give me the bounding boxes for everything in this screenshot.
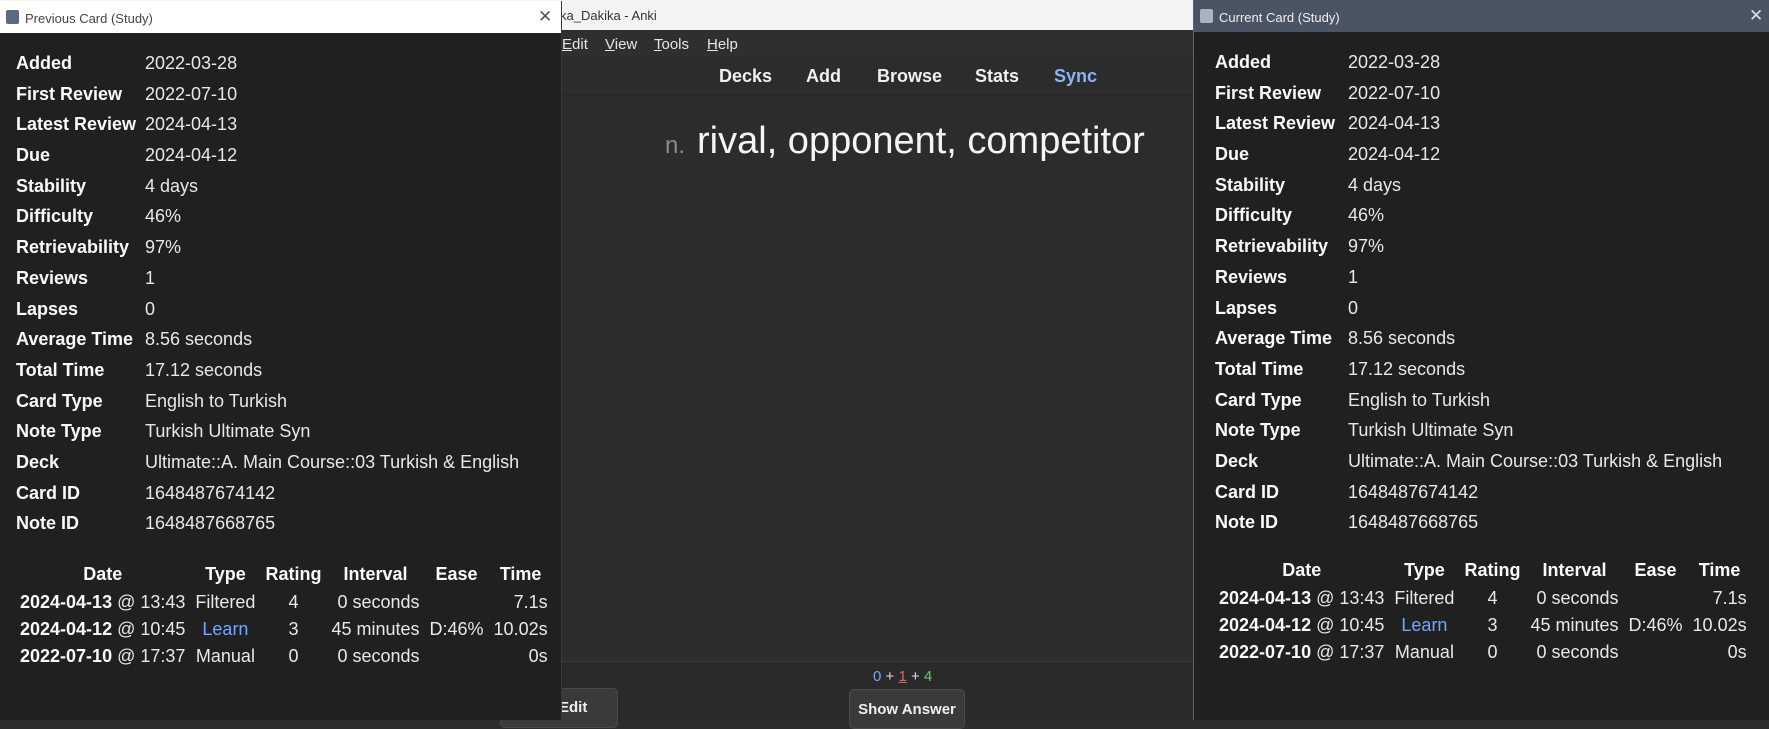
toolbar-decks[interactable]: Decks [719,66,772,87]
toolbar-stats[interactable]: Stats [975,66,1019,87]
column-header-rating: Rating [265,564,322,584]
anki-app-icon [6,10,19,24]
main-window-title: ka_Dakika - Anki [560,8,657,23]
due-counts: 0 + 1 + 4 [873,668,933,685]
menu-edit[interactable]: Edit [562,36,588,53]
review-log-table: Date Type Rating Interval Ease Time 2024… [1214,560,1752,666]
previous-card-titlebar[interactable]: Previous Card (Study) ✕ [0,1,561,33]
column-header-rating: Rating [1464,560,1521,580]
column-header-type: Type [1404,560,1445,580]
part-of-speech: n. [665,132,686,159]
column-header-interval: Interval [343,564,408,584]
current-card-titlebar[interactable]: Current Card (Study) ✕ [1194,0,1769,32]
menu-tools[interactable]: Tools [654,36,689,53]
card-question-text: rival, opponent, competitor [697,120,1145,162]
menu-help[interactable]: Help [707,36,738,53]
new-count: 0 [873,668,882,685]
toolbar-browse[interactable]: Browse [877,66,942,87]
table-row: 2024-04-12 @ 10:45 Learn 3 45 minutes D:… [1219,615,1747,635]
column-header-date: Date [1282,560,1322,580]
table-row: 2024-04-12 @ 10:45 Learn 3 45 minutes D:… [20,619,548,639]
previous-card-title: Previous Card (Study) [25,11,153,26]
review-count: 4 [923,668,933,685]
column-header-type: Type [205,564,246,584]
review-log-table: Date Type Rating Interval Ease Time 2024… [15,564,553,670]
close-icon[interactable]: ✕ [538,7,552,27]
previous-card-window: Previous Card (Study) ✕ Added 2022-03-28 … [0,1,562,720]
current-card-window: Current Card (Study) ✕ Added 2022-03-28 F… [1193,0,1769,720]
toolbar-sync[interactable]: Sync [1054,66,1097,87]
table-row: 2022-07-10 @ 17:37 Manual 0 0 seconds 0s [20,646,548,666]
table-row: 2024-04-13 @ 13:43 Filtered 4 0 seconds … [20,592,548,612]
table-header-row: Date Type Rating Interval Ease Time [1214,560,1752,585]
close-icon[interactable]: ✕ [1749,6,1763,26]
column-header-interval: Interval [1542,560,1607,580]
column-header-time: Time [1698,560,1741,580]
column-header-date: Date [83,564,123,584]
column-header-time: Time [499,564,542,584]
card-question: n. rival, opponent, competitor [665,120,1145,163]
column-header-ease: Ease [435,564,478,584]
toolbar-add[interactable]: Add [806,66,841,87]
table-row: 2022-07-10 @ 17:37 Manual 0 0 seconds 0s [1219,642,1747,662]
learn-count: 1 [898,668,907,685]
column-header-ease: Ease [1634,560,1677,580]
current-card-title: Current Card (Study) [1219,10,1340,25]
table-row: 2024-04-13 @ 13:43 Filtered 4 0 seconds … [1219,588,1747,608]
table-header-row: Date Type Rating Interval Ease Time [15,564,553,589]
anki-app-icon [1200,9,1213,23]
show-answer-button[interactable]: Show Answer [849,689,965,729]
menu-view[interactable]: View [605,36,637,53]
